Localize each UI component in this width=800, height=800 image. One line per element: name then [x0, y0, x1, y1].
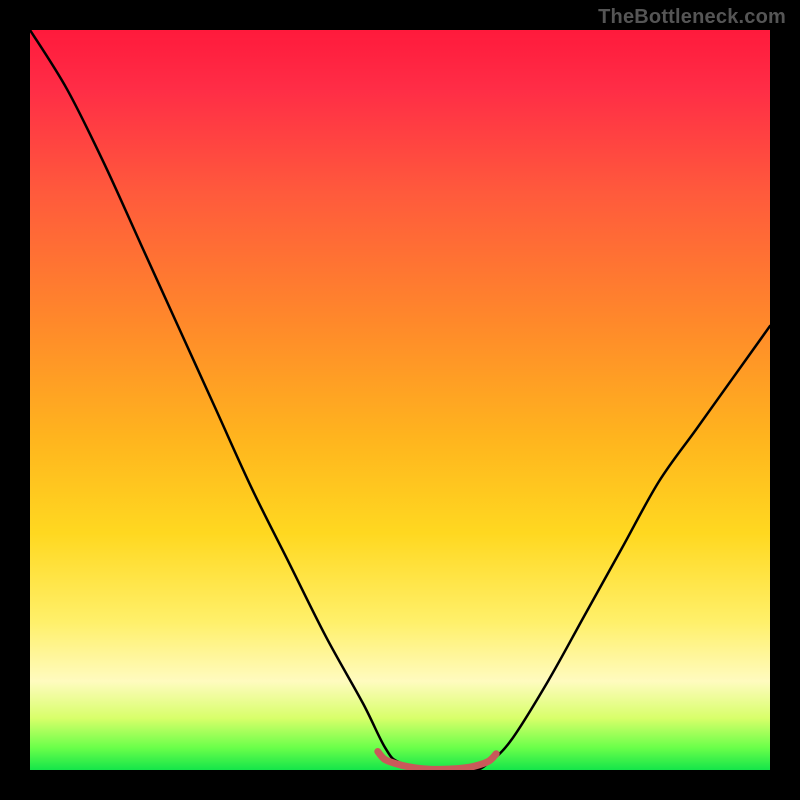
main-curve: [30, 30, 770, 770]
curve-layer: [30, 30, 770, 770]
chart-container: TheBottleneck.com: [0, 0, 800, 800]
plot-area: [30, 30, 770, 770]
base-marker: [378, 752, 496, 770]
watermark: TheBottleneck.com: [598, 6, 786, 29]
